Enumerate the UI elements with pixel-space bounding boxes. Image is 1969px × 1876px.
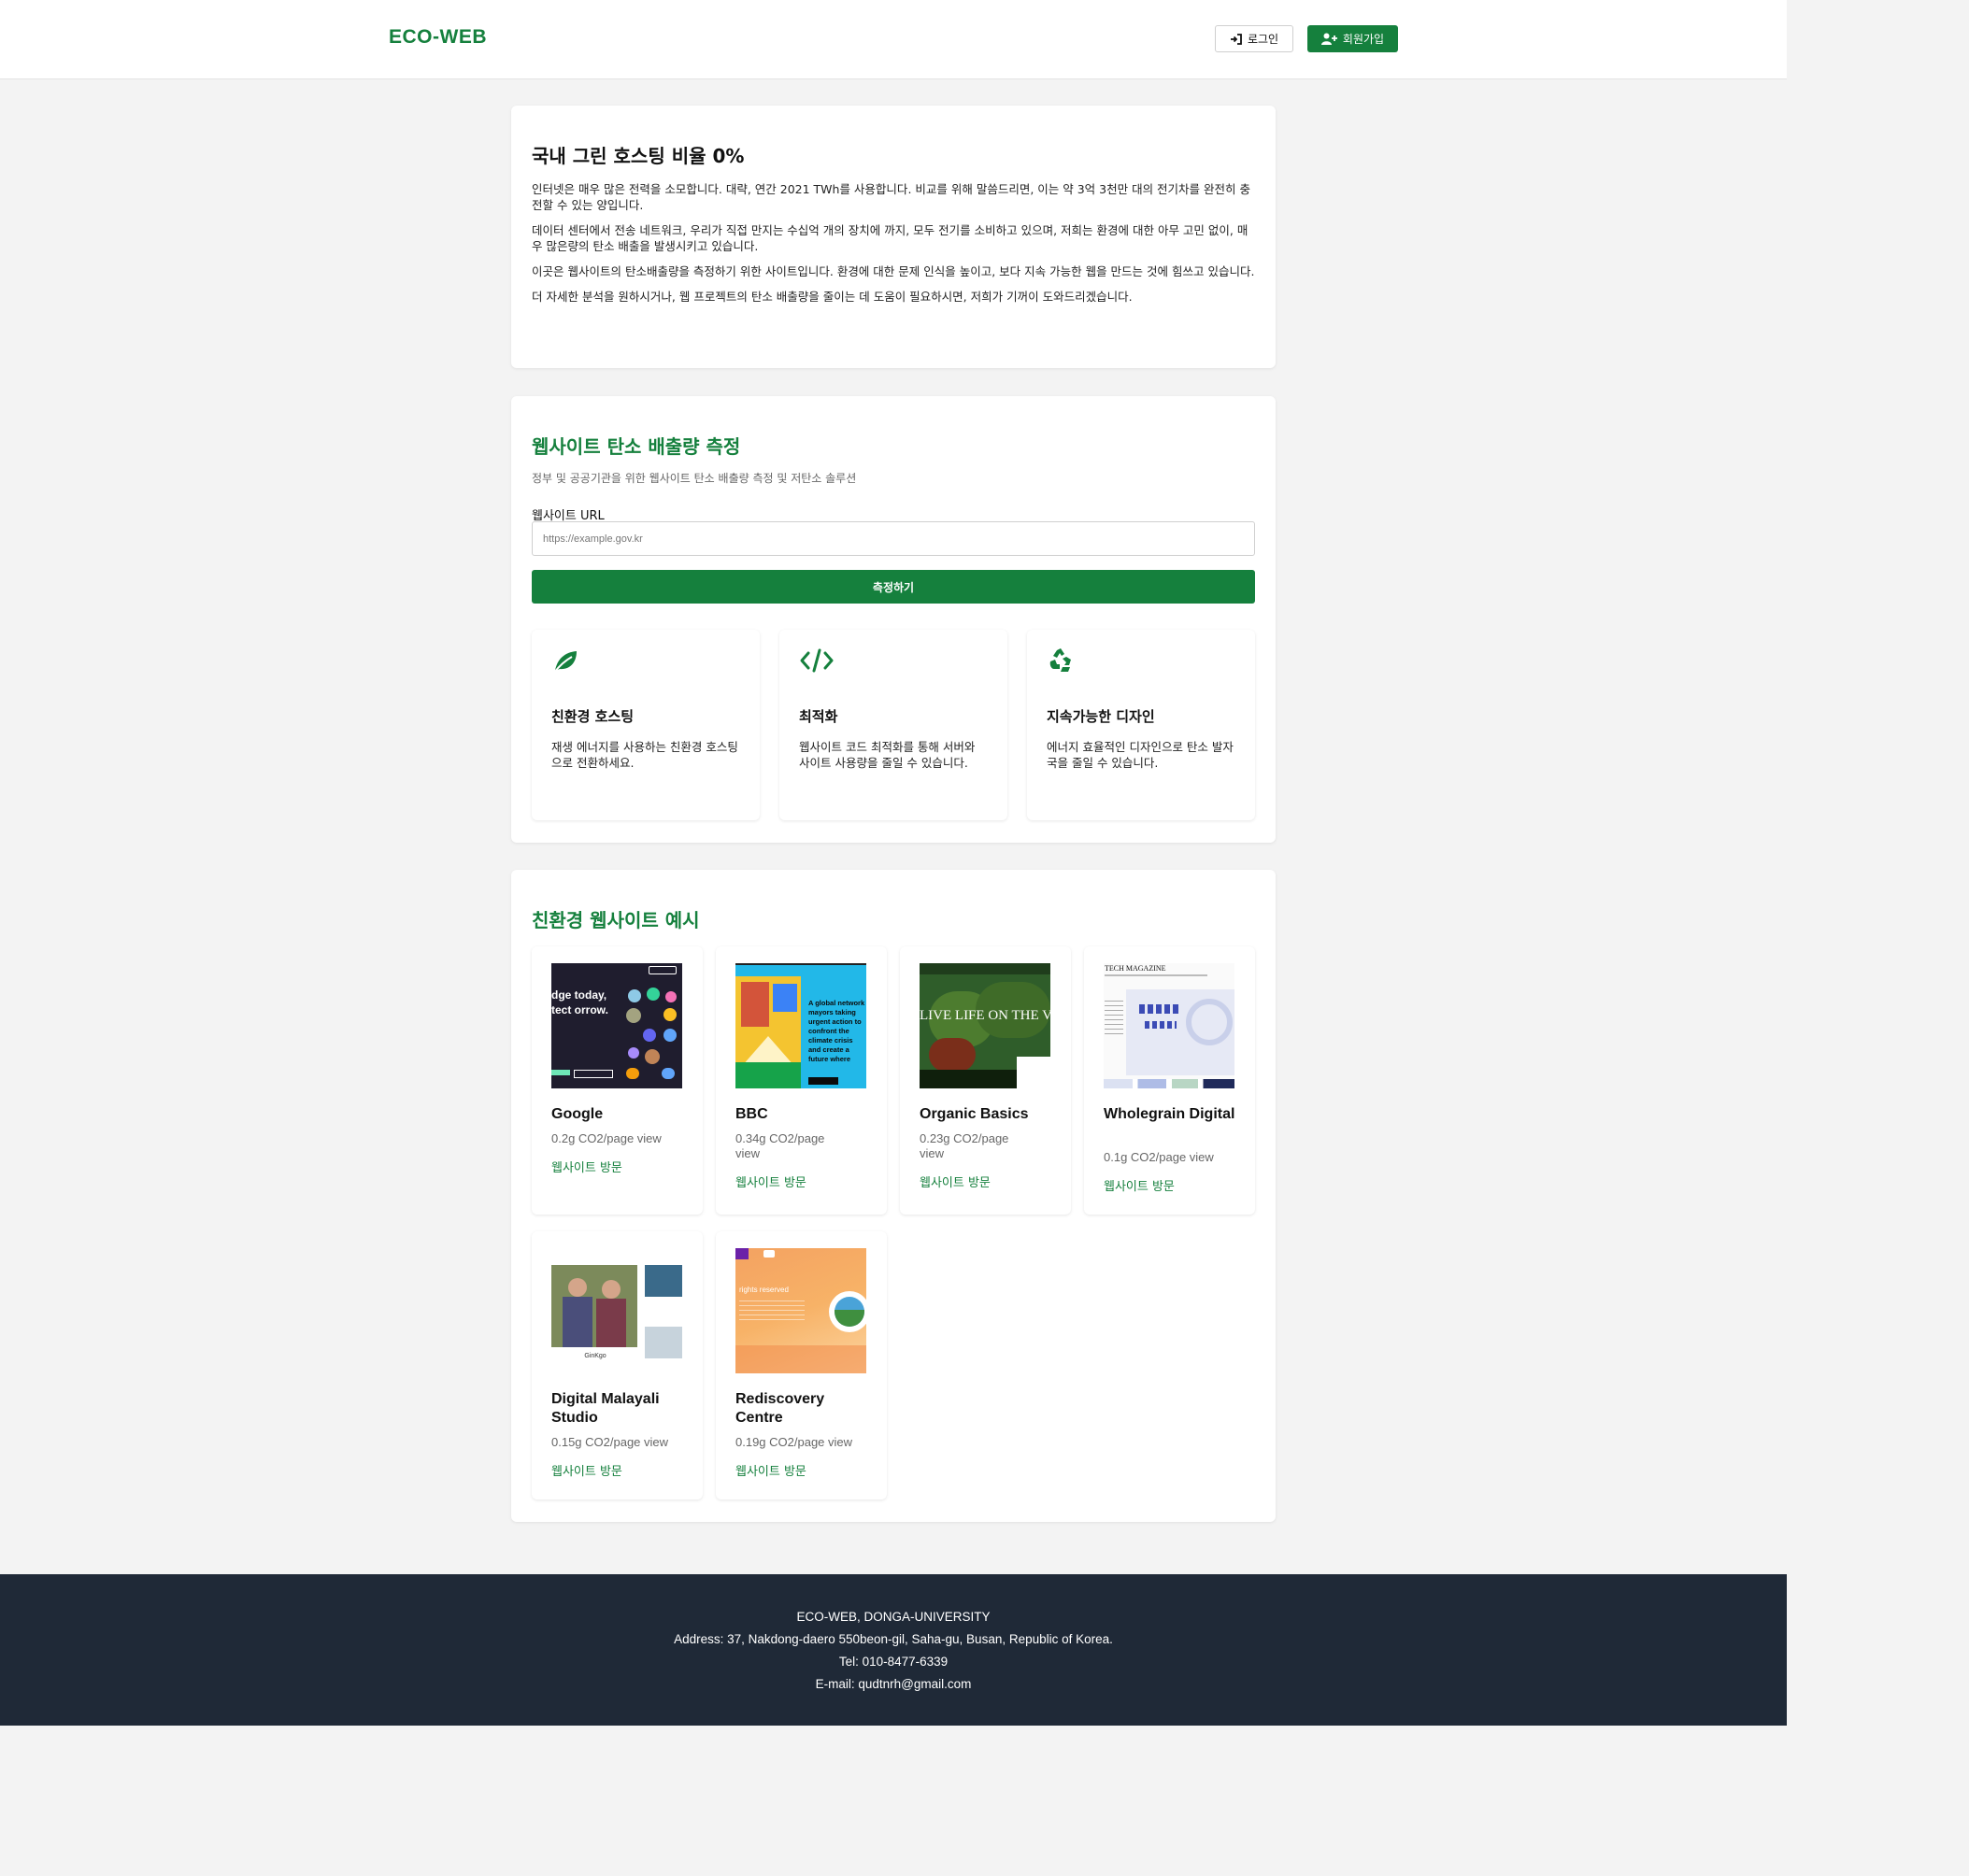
leaf-icon [553, 651, 577, 674]
intro-paragraph: 데이터 센터에서 전송 네트워크, 우리가 직접 만지는 수십억 개의 장치에 … [532, 223, 1248, 253]
feature-title: 최적화 [799, 708, 838, 725]
measure-button[interactable]: 측정하기 [532, 570, 1255, 604]
thumbnail-text: LIVE LIFE ON THE VEG [920, 1008, 1050, 1023]
user-plus-icon [1320, 33, 1337, 45]
intro-paragraph: 더 자세한 분석을 원하시거나, 웹 프로젝트의 탄소 배출량을 줄이는 데 도… [532, 290, 1133, 304]
recycle-icon [1049, 648, 1071, 672]
visit-website-link[interactable]: 웹사이트 방문 [551, 1158, 692, 1175]
thumbnail-text: dge today, tect orrow. [551, 988, 608, 1016]
example-card-google: dge today, tect orrow. Google 0.2g CO2/p… [532, 946, 703, 1215]
site-footer: ECO-WEB, DONGA-UNIVERSITY Address: 37, N… [0, 1574, 1787, 1726]
feature-card-green-hosting: 친환경 호스팅 재생 에너지를 사용하는 친환경 호스팅으로 전환하세요. [532, 630, 760, 820]
examples-title: 친환경 웹사이트 예시 [532, 909, 700, 931]
example-card-wholegrain-digital: TECH MAGAZINE Wholegrain Digital 0.1g CO… [1084, 946, 1255, 1215]
website-thumbnail: LIVE LIFE ON THE VEG [920, 963, 1050, 1088]
site-logo[interactable]: ECO-WEB [389, 26, 487, 49]
footer-email: E-mail: qudtnrh@gmail.com [815, 1677, 972, 1691]
example-name: Google [551, 1106, 604, 1122]
example-name: Organic Basics [920, 1106, 1029, 1122]
feature-card-optimization: 최적화 웹사이트 코드 최적화를 통해 서버와 사이트 사용량을 줄일 수 있습… [779, 630, 1007, 820]
measure-card: 웹사이트 탄소 배출량 측정 정부 및 공공기관을 위한 웹사이트 탄소 배출량… [511, 396, 1276, 843]
co2-value: 0.1g CO2/page view [1104, 1150, 1214, 1164]
visit-website-link[interactable]: 웹사이트 방문 [735, 1172, 848, 1190]
footer-tel: Tel: 010-8477-6339 [838, 1655, 949, 1669]
feature-desc: 웹사이트 코드 최적화를 통해 서버와 사이트 사용량을 줄일 수 있습니다. [799, 740, 976, 770]
website-thumbnail: A global network mayors taking urgent ac… [735, 963, 866, 1088]
thumbnail-text: TECH MAGAZINE [1105, 964, 1166, 973]
login-label: 로그인 [1247, 33, 1279, 46]
feature-title: 친환경 호스팅 [551, 708, 635, 725]
co2-value: 0.23g CO2/page view [920, 1131, 1009, 1160]
feature-desc: 에너지 효율적인 디자인으로 탄소 발자국을 줄일 수 있습니다. [1047, 740, 1234, 770]
example-name: Rediscovery Centre [735, 1391, 825, 1426]
url-input[interactable] [532, 521, 1255, 556]
visit-website-link[interactable]: 웹사이트 방문 [920, 1172, 1032, 1190]
footer-org: ECO-WEB, DONGA-UNIVERSITY [796, 1610, 991, 1624]
feature-desc: 재생 에너지를 사용하는 친환경 호스팅으로 전환하세요. [551, 740, 738, 770]
website-thumbnail: GinKgo [551, 1248, 682, 1373]
feature-card-sustainable-design: 지속가능한 디자인 에너지 효율적인 디자인으로 탄소 발자국을 줄일 수 있습… [1027, 630, 1255, 820]
website-thumbnail: TECH MAGAZINE [1104, 963, 1234, 1088]
thumbnail-text: rights reserved [739, 1286, 789, 1294]
thumbnail-text: GinKgo [584, 1353, 606, 1359]
example-name: Wholegrain Digital [1104, 1106, 1235, 1122]
sign-in-icon [1230, 33, 1242, 45]
measure-subtitle: 정부 및 공공기관을 위한 웹사이트 탄소 배출량 측정 및 저탄소 솔루션 [532, 472, 857, 485]
example-card-organic-basics: LIVE LIFE ON THE VEG Organic Basics 0.23… [900, 946, 1071, 1215]
top-navbar: ECO-WEB 로그인 회원가입 [0, 0, 1787, 79]
co2-value: 0.2g CO2/page view [551, 1131, 662, 1145]
co2-value: 0.15g CO2/page view [551, 1435, 669, 1449]
visit-website-link[interactable]: 웹사이트 방문 [735, 1461, 876, 1479]
intro-card: 국내 그린 호스팅 비율 0% 인터넷은 매우 많은 전력을 소모합니다. 대략… [511, 106, 1276, 368]
footer-address: Address: 37, Nakdong-daero 550beon-gil, … [674, 1632, 1113, 1646]
intro-title: 국내 그린 호스팅 비율 0% [532, 145, 745, 167]
co2-value: 0.34g CO2/page view [735, 1131, 825, 1160]
examples-card: 친환경 웹사이트 예시 dge today, tect orrow. Googl… [511, 870, 1276, 1522]
example-name: BBC [735, 1106, 768, 1122]
visit-website-link[interactable]: 웹사이트 방문 [551, 1461, 692, 1479]
website-thumbnail: rights reserved [735, 1248, 866, 1373]
signup-button[interactable]: 회원가입 [1307, 25, 1398, 52]
signup-label: 회원가입 [1342, 33, 1385, 46]
intro-paragraph: 인터넷은 매우 많은 전력을 소모합니다. 대략, 연간 2021 TWh를 사… [532, 182, 1250, 212]
code-icon [800, 648, 834, 673]
visit-website-link[interactable]: 웹사이트 방문 [1104, 1176, 1244, 1194]
intro-paragraph: 이곳은 웹사이트의 탄소배출량을 측정하기 위한 사이트입니다. 환경에 대한 … [532, 264, 1255, 278]
example-card-digital-malayali-studio: GinKgo Digital Malayali Studio 0.15g CO2… [532, 1231, 703, 1499]
measure-title: 웹사이트 탄소 배출량 측정 [532, 435, 741, 458]
co2-value: 0.19g CO2/page view [735, 1435, 853, 1449]
example-name: Digital Malayali Studio [551, 1391, 660, 1426]
thumbnail-text: A global network mayors taking urgent ac… [808, 999, 865, 1063]
example-card-bbc: A global network mayors taking urgent ac… [716, 946, 887, 1215]
website-thumbnail: dge today, tect orrow. [551, 963, 682, 1088]
example-card-rediscovery-centre: rights reserved Rediscovery Centre 0.19g… [716, 1231, 887, 1499]
login-button[interactable]: 로그인 [1215, 25, 1293, 52]
feature-title: 지속가능한 디자인 [1047, 708, 1155, 725]
